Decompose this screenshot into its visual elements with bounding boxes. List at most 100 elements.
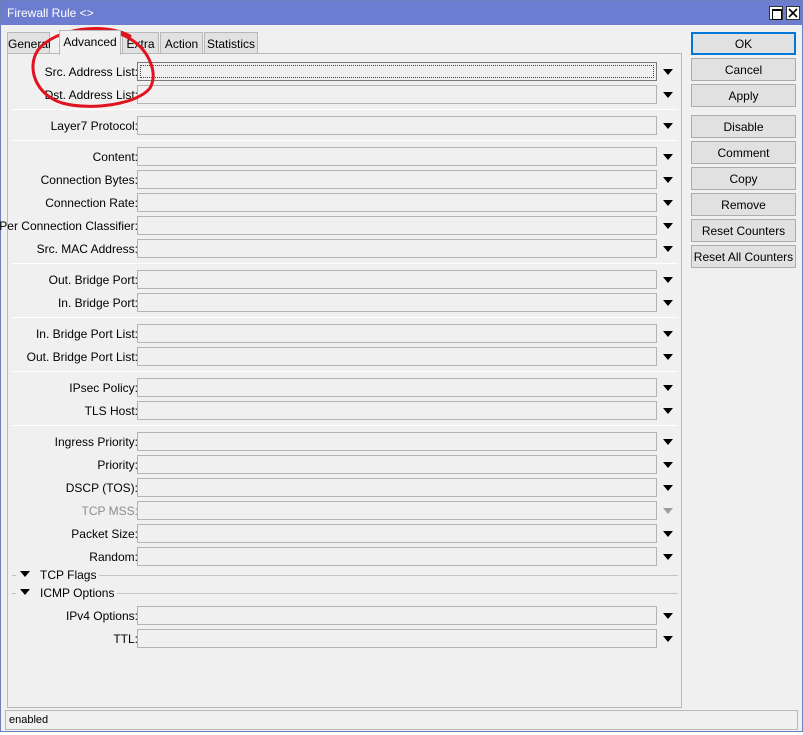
- src-address-list-field[interactable]: [137, 62, 657, 81]
- layer7-protocol-row: Layer7 Protocol:: [8, 116, 678, 137]
- per-connection-classifier-row: Per Connection Classifier:: [0, 216, 678, 237]
- chevron-down-icon[interactable]: [663, 223, 673, 229]
- chevron-down-icon[interactable]: [663, 554, 673, 560]
- tab-advanced[interactable]: Advanced: [59, 30, 121, 55]
- chevron-down-icon[interactable]: [663, 385, 673, 391]
- connection-rate-field[interactable]: [137, 193, 657, 212]
- tab-label: Statistics: [206, 37, 255, 51]
- tls-host-field[interactable]: [137, 401, 657, 420]
- src-mac-address-label: Src. MAC Address:: [36, 242, 138, 256]
- tcp-mss-field: [137, 501, 657, 520]
- section-line: [108, 593, 678, 594]
- dscp-tos-label: DSCP (TOS):: [65, 481, 138, 495]
- advanced-tab-panel: Src. Address List: Dst. Address List: La…: [0, 53, 682, 708]
- icmp-options-section[interactable]: ICMP Options: [12, 585, 678, 601]
- ingress-priority-field[interactable]: [137, 432, 657, 451]
- out-bridge-port-list-field[interactable]: [137, 347, 657, 366]
- layer7-protocol-field[interactable]: [137, 116, 657, 135]
- ttl-row: TTL:: [8, 629, 678, 650]
- status-text: enabled: [9, 714, 49, 726]
- chevron-down-icon[interactable]: [663, 462, 673, 468]
- priority-field[interactable]: [137, 455, 657, 474]
- chevron-down-icon[interactable]: [663, 613, 673, 619]
- chevron-down-icon[interactable]: [663, 531, 673, 537]
- chevron-down-icon[interactable]: [663, 354, 673, 360]
- chevron-down-icon[interactable]: [663, 200, 673, 206]
- out-bridge-port-row: Out. Bridge Port:: [8, 270, 678, 291]
- ipsec-policy-field[interactable]: [137, 378, 657, 397]
- chevron-down-icon[interactable]: [663, 177, 673, 183]
- chevron-down-icon[interactable]: [663, 636, 673, 642]
- chevron-down-icon: [663, 508, 673, 514]
- chevron-down-icon[interactable]: [663, 408, 673, 414]
- chevron-down-icon[interactable]: [663, 300, 673, 306]
- chevron-down-icon[interactable]: [663, 439, 673, 445]
- separator: [12, 109, 678, 110]
- src-address-list-label: Src. Address List:: [44, 65, 138, 79]
- separator: [12, 140, 678, 141]
- separator: [12, 425, 678, 426]
- chevron-down-icon[interactable]: [663, 123, 673, 129]
- section-line: [12, 575, 16, 576]
- dst-address-list-field[interactable]: [137, 85, 657, 104]
- title-bar[interactable]: Firewall Rule <>: [1, 1, 802, 25]
- tab-label: Action: [164, 37, 199, 51]
- chevron-down-icon[interactable]: [663, 485, 673, 491]
- chevron-down-icon[interactable]: [663, 277, 673, 283]
- random-field[interactable]: [137, 547, 657, 566]
- status-bar: enabled: [5, 710, 798, 730]
- maximize-icon[interactable]: [769, 6, 783, 20]
- per-connection-classifier-field[interactable]: [137, 216, 657, 235]
- ipv4-options-field[interactable]: [137, 606, 657, 625]
- ipsec-policy-row: IPsec Policy:: [8, 378, 678, 399]
- connection-bytes-field[interactable]: [137, 170, 657, 189]
- packet-size-label: Packet Size:: [71, 527, 138, 541]
- ok-button[interactable]: OK: [691, 32, 796, 55]
- dscp-tos-row: DSCP (TOS):: [8, 478, 678, 499]
- dst-address-list-row: Dst. Address List:: [8, 85, 678, 106]
- ttl-label: TTL:: [113, 632, 138, 646]
- dst-address-list-label: Dst. Address List:: [44, 88, 138, 102]
- firewall-rule-window: Firewall Rule <> General Advanced Extra …: [0, 0, 803, 732]
- in-bridge-port-field[interactable]: [137, 293, 657, 312]
- tab-statistics[interactable]: Statistics: [204, 32, 258, 54]
- in-bridge-port-list-field[interactable]: [137, 324, 657, 343]
- icmp-options-label: ICMP Options: [37, 586, 118, 600]
- copy-button[interactable]: Copy: [691, 167, 796, 190]
- reset-counters-button[interactable]: Reset Counters: [691, 219, 796, 242]
- cancel-button[interactable]: Cancel: [691, 58, 796, 81]
- disable-button[interactable]: Disable: [691, 115, 796, 138]
- tab-general[interactable]: General: [7, 32, 51, 54]
- collapse-triangle-icon[interactable]: [20, 571, 30, 577]
- out-bridge-port-field[interactable]: [137, 270, 657, 289]
- collapse-triangle-icon[interactable]: [20, 589, 30, 595]
- section-line: [94, 575, 678, 576]
- tcp-flags-section[interactable]: TCP Flags: [12, 567, 678, 583]
- content-field[interactable]: [137, 147, 657, 166]
- src-mac-address-row: Src. MAC Address:: [8, 239, 678, 260]
- reset-all-counters-button[interactable]: Reset All Counters: [691, 245, 796, 268]
- comment-button[interactable]: Comment: [691, 141, 796, 164]
- packet-size-field[interactable]: [137, 524, 657, 543]
- ttl-field[interactable]: [137, 629, 657, 648]
- src-mac-address-field[interactable]: [137, 239, 657, 258]
- remove-button[interactable]: Remove: [691, 193, 796, 216]
- chevron-down-icon[interactable]: [663, 246, 673, 252]
- chevron-down-icon[interactable]: [663, 69, 673, 75]
- src-address-list-row: Src. Address List:: [8, 62, 678, 83]
- tab-extra[interactable]: Extra: [122, 32, 159, 54]
- chevron-down-icon[interactable]: [663, 92, 673, 98]
- connection-bytes-label: Connection Bytes:: [40, 173, 138, 187]
- dscp-tos-field[interactable]: [137, 478, 657, 497]
- tab-action[interactable]: Action: [160, 32, 203, 54]
- out-bridge-port-label: Out. Bridge Port:: [48, 273, 138, 287]
- apply-button[interactable]: Apply: [691, 84, 796, 107]
- tcp-mss-label: TCP MSS:: [81, 504, 138, 518]
- connection-bytes-row: Connection Bytes:: [8, 170, 678, 191]
- out-bridge-port-list-row: Out. Bridge Port List:: [8, 347, 678, 368]
- tcp-mss-row: TCP MSS:: [8, 501, 678, 522]
- layer7-protocol-label: Layer7 Protocol:: [50, 119, 138, 133]
- close-icon[interactable]: [786, 6, 800, 20]
- chevron-down-icon[interactable]: [663, 331, 673, 337]
- chevron-down-icon[interactable]: [663, 154, 673, 160]
